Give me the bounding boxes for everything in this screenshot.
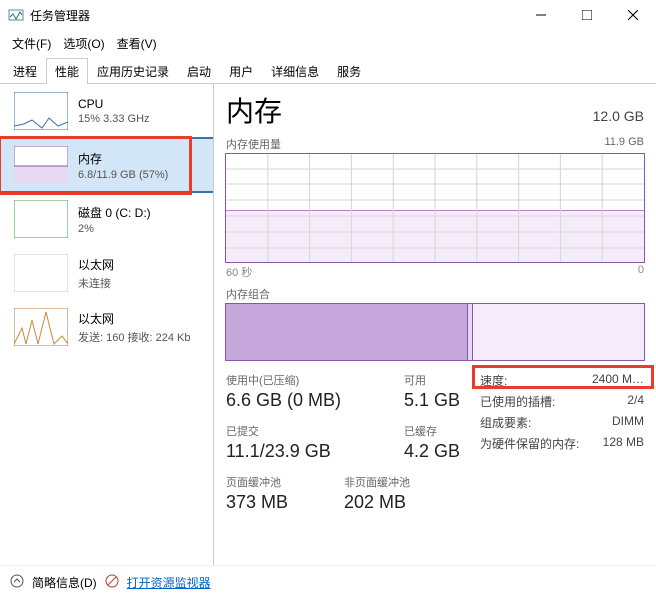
close-button[interactable] (610, 0, 656, 30)
chevron-up-icon (10, 574, 24, 591)
sidebar-item-ethernet-2[interactable]: 以太网发送: 160 接收: 224 Kb (0, 300, 213, 354)
total-memory: 12.0 GB (593, 108, 644, 124)
panel-heading: 内存 (226, 90, 282, 130)
sidebar-item-label: 磁盘 0 (C: D:) (78, 204, 151, 221)
stat-label: 页面缓冲池 (226, 474, 326, 490)
tab-bar: 进程 性能 应用历史记录 启动 用户 详细信息 服务 (0, 57, 656, 84)
minimize-button[interactable] (518, 0, 564, 30)
tab-startup[interactable]: 启动 (178, 58, 220, 84)
sidebar-item-sub: 6.8/11.9 GB (57%) (78, 169, 168, 181)
menu-file[interactable]: 文件(F) (6, 32, 57, 55)
task-manager-icon (8, 7, 24, 23)
tab-processes[interactable]: 进程 (4, 58, 46, 84)
stat-value: 202 MB (344, 492, 410, 513)
sidebar-item-label: 以太网 (78, 256, 114, 273)
sidebar-item-ethernet-1[interactable]: 以太网未连接 (0, 246, 213, 300)
usage-chart-max: 11.9 GB (604, 136, 644, 152)
window-title: 任务管理器 (30, 7, 518, 24)
ethernet-thumbnail (14, 308, 68, 346)
sidebar-item-label: 内存 (78, 150, 168, 167)
resource-monitor-icon (105, 574, 119, 591)
usage-chart-label: 内存使用量 (226, 136, 281, 152)
tab-services[interactable]: 服务 (328, 58, 370, 84)
composition-label: 内存组合 (226, 286, 270, 302)
detail-key: 速度: (480, 372, 507, 389)
stat-label: 非页面缓冲池 (344, 474, 410, 490)
sidebar-item-sub: 2% (78, 223, 151, 235)
detail-val: 2400 M… (592, 372, 644, 389)
timeline-left: 60 秒 (226, 264, 252, 280)
cpu-thumbnail (14, 92, 68, 130)
sidebar-item-memory[interactable]: 内存 6.8/11.9 GB (57%) (0, 138, 213, 192)
sidebar-item-sub: 未连接 (78, 275, 114, 291)
open-resource-monitor-link[interactable]: 打开资源监视器 (127, 574, 211, 591)
stat-value: 11.1/23.9 GB (226, 441, 386, 462)
sidebar-item-sub: 发送: 160 接收: 224 Kb (78, 329, 191, 345)
title-bar: 任务管理器 (0, 0, 656, 30)
stat-label: 可用 (404, 372, 460, 388)
memory-thumbnail (14, 146, 68, 184)
detail-key: 组成要素: (480, 414, 531, 431)
sidebar-item-cpu[interactable]: CPU 15% 3.33 GHz (0, 84, 213, 138)
memory-details: 速度: 2400 M… 已使用的插槽: 2/4 组成要素: DIMM 为硬件保留的内存… (480, 372, 644, 513)
fewer-details-link[interactable]: 简略信息(D) (32, 574, 97, 591)
stat-value: 6.6 GB (0 MB) (226, 390, 386, 411)
menu-bar: 文件(F) 选项(O) 查看(V) (0, 30, 656, 57)
sidebar-item-label: 以太网 (78, 310, 191, 327)
stat-value: 5.1 GB (404, 390, 460, 411)
menu-options[interactable]: 选项(O) (57, 32, 110, 55)
menu-view[interactable]: 查看(V) (111, 32, 163, 55)
detail-key: 为硬件保留的内存: (480, 435, 579, 452)
detail-val: DIMM (612, 414, 644, 431)
stat-value: 4.2 GB (404, 441, 460, 462)
sidebar-item-disk[interactable]: 磁盘 0 (C: D:) 2% (0, 192, 213, 246)
detail-val: 128 MB (603, 435, 644, 452)
timeline-right: 0 (638, 264, 644, 280)
tab-users[interactable]: 用户 (220, 58, 262, 84)
stat-value: 373 MB (226, 492, 326, 513)
status-bar: 简略信息(D) 打开资源监视器 (0, 565, 656, 599)
ethernet-thumbnail (14, 254, 68, 292)
tab-app-history[interactable]: 应用历史记录 (88, 58, 178, 84)
stat-label: 已提交 (226, 423, 386, 439)
maximize-button[interactable] (564, 0, 610, 30)
detail-val: 2/4 (627, 393, 644, 410)
stat-label: 使用中(已压缩) (226, 372, 386, 388)
disk-thumbnail (14, 200, 68, 238)
stat-label: 已缓存 (404, 423, 460, 439)
sidebar-item-sub: 15% 3.33 GHz (78, 113, 150, 125)
performance-sidebar: CPU 15% 3.33 GHz 内存 6.8/11.9 GB (57%) 磁盘 0… (0, 84, 214, 565)
memory-usage-chart[interactable] (226, 154, 644, 262)
memory-composition-chart[interactable] (226, 304, 644, 360)
tab-details[interactable]: 详细信息 (262, 58, 328, 84)
detail-key: 已使用的插槽: (480, 393, 555, 410)
sidebar-item-label: CPU (78, 97, 150, 111)
memory-panel: 内存 12.0 GB 内存使用量 11.9 GB 60 秒 0 (214, 84, 656, 565)
tab-performance[interactable]: 性能 (46, 58, 88, 84)
window-controls (518, 0, 656, 30)
